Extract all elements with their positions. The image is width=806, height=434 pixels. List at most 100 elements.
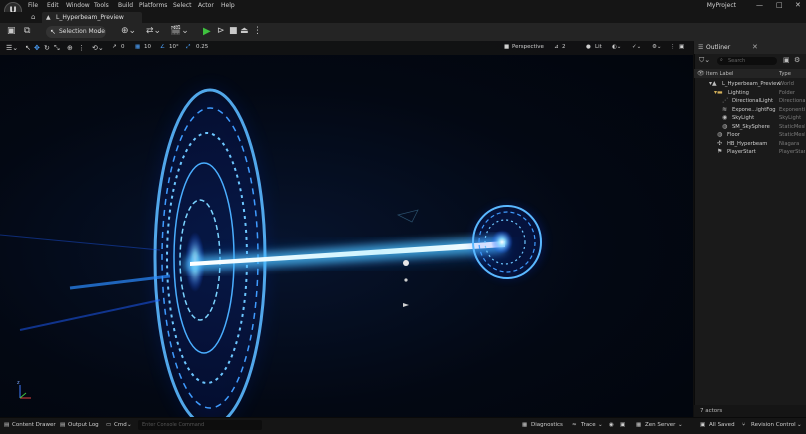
content-browser-icon[interactable]: ⧉ [24,26,30,36]
scale-snap-icon[interactable]: ⤢ [186,44,190,51]
menu-build[interactable]: Build [118,2,133,9]
stop-icon[interactable]: ■ [229,26,238,36]
menu-tools[interactable]: Tools [94,2,109,9]
camera-icon[interactable]: ■ [504,44,509,50]
settings-icon[interactable]: ⚙⌄ [652,44,662,50]
home-icon[interactable]: ⌂ [31,13,35,21]
viewport-layout-icon[interactable]: ▣ [679,44,684,50]
more-options-icon[interactable]: ⋮ [253,26,262,36]
chevron-down-icon: ⌄ [127,422,132,428]
select-tool-icon[interactable]: ↖ [25,44,31,52]
lit-icon[interactable]: ● [586,44,591,50]
diagnostics-icon: ▦ [522,422,528,428]
play-button[interactable]: ▶ [203,26,211,37]
menu-actor[interactable]: Actor [198,2,214,9]
minimize-button[interactable]: — [756,1,763,9]
trace-dropdown[interactable]: Trace [581,422,596,428]
column-type[interactable]: Type [779,71,791,77]
filter-icon[interactable]: ⛉⌄ [699,56,710,65]
outliner-row[interactable]: ◍ Floor StaticMesh [694,131,806,140]
blueprint-icon[interactable]: ⇄⌄ [146,26,161,36]
outliner-search-input[interactable] [717,57,777,65]
scale-tool-icon[interactable]: ⤡ [54,44,60,53]
viewport-menu-icon[interactable]: ☰⌄ [6,44,18,52]
fog-icon: ≋ [722,105,728,113]
cinematics-icon[interactable]: 🎬⌄ [170,26,189,36]
viewport-options-icon[interactable]: ⋮ [670,44,676,50]
grid-snap-value[interactable]: 10 [144,44,151,50]
output-log-button[interactable]: Output Log [68,422,99,428]
world-icon: ▾▲ [709,80,717,87]
level-tab-label: L_Hyperbeam_Preview [56,14,124,21]
selection-mode-dropdown[interactable]: ↖ Selection Mode ⌄ [46,26,106,38]
surface-snap-icon[interactable]: ⋮ [78,44,85,52]
surface-snapping-icon[interactable]: ⟲⌄ [92,44,104,52]
menu-edit[interactable]: Edit [47,2,59,9]
rune-disc-small [470,204,546,280]
outliner-settings-icon[interactable]: ⚙ [794,56,800,64]
save-icon[interactable]: ▣ [7,26,16,36]
outliner-row[interactable]: ◉ SkyLight SkyLight [694,114,806,123]
zen-server-icon: ▦ [636,422,642,428]
output-log-icon: ▤ [60,422,66,428]
light-gizmo [396,209,419,223]
folder-icon: ▾▬ [714,88,723,96]
grid-snap-icon[interactable]: ▦ [135,44,140,50]
svg-text:z: z [17,380,20,386]
outliner-row[interactable]: ⋰ DirectionalLight Directional [694,97,806,106]
world-space-icon[interactable]: ⊕ [67,44,73,52]
diagnostics-button[interactable]: Diagnostics [531,422,563,428]
project-name: MyProject [706,2,736,9]
actor-billboard-icon[interactable] [404,278,408,282]
camera-speed-value[interactable]: 2 [562,44,566,50]
zen-server-button[interactable]: Zen Server [645,422,675,428]
column-item-label[interactable]: Item Label [706,71,733,77]
content-drawer-button[interactable]: Content Drawer [12,422,56,428]
add-folder-icon[interactable]: ▣ [783,56,790,64]
eject-icon[interactable]: ⏏ [240,26,249,36]
perspective-dropdown[interactable]: Perspective [512,44,544,50]
angle-snap-icon[interactable]: ∠ [160,44,165,50]
menu-help[interactable]: Help [221,2,235,9]
outliner-row[interactable]: ✣ HB_Hyperbeam Niagara [694,140,806,149]
maximize-button[interactable]: □ [776,1,783,9]
rune-disc-large [152,88,268,417]
record-icon[interactable]: ◉ [609,422,614,428]
chevron-down-icon: ⌄ [598,422,603,428]
add-actor-icon[interactable]: ⊕⌄ [121,26,136,36]
outliner-row[interactable]: ▾▲ L_Hyperbeam_Preview World [694,80,806,89]
rotation-snap-icon[interactable]: ↗ [112,44,117,50]
screenshot-icon[interactable]: ▣ [620,422,625,428]
search-icon: ⌕ [720,57,723,63]
player-start-gizmo-icon[interactable] [403,303,409,307]
angle-snap-value[interactable]: 10° [169,44,179,50]
performance-icon[interactable]: ✓⌄ [632,44,641,50]
console-placeholder: Enter Console Command [142,422,205,428]
outliner-row[interactable]: ◍ SM_SkySphere StaticMesh [694,123,806,132]
rotate-tool-icon[interactable]: ↻ [44,44,50,52]
camera-speed-icon[interactable]: ⊿ [554,44,559,50]
visibility-icon[interactable]: 👁 [697,70,705,77]
revision-control-button[interactable]: Revision Control [751,422,796,428]
rotation-snap-value[interactable]: 0 [121,44,125,50]
cmd-dropdown[interactable]: Cmd [114,422,127,428]
menu-file[interactable]: File [28,2,38,9]
scale-snap-value[interactable]: 0.25 [196,44,208,50]
actor-billboard-icon[interactable] [403,260,409,266]
level-icon: ▲ [46,14,51,21]
menu-select[interactable]: Select [173,2,192,9]
sphere-icon: ◍ [722,122,728,130]
cmd-icon: ▭ [106,422,112,428]
view-mode-dropdown[interactable]: Lit [595,44,602,50]
close-outliner-icon[interactable]: ✕ [752,43,758,51]
show-flags-icon[interactable]: ◐⌄ [612,44,621,50]
menu-platforms[interactable]: Platforms [139,2,167,9]
skip-icon[interactable]: ⊳ [217,26,225,36]
outliner-row[interactable]: ⚑ PlayerStart PlayerStart [694,148,806,157]
close-window-button[interactable]: ✕ [795,1,801,9]
translate-tool-icon[interactable]: ✥ [34,44,40,52]
all-saved-status[interactable]: All Saved [709,422,735,428]
outliner-row[interactable]: ▾▬ Lighting Folder [694,89,806,98]
menu-window[interactable]: Window [66,2,90,9]
outliner-row[interactable]: ≋ Expone...ightFog ExponentialH [694,106,806,115]
